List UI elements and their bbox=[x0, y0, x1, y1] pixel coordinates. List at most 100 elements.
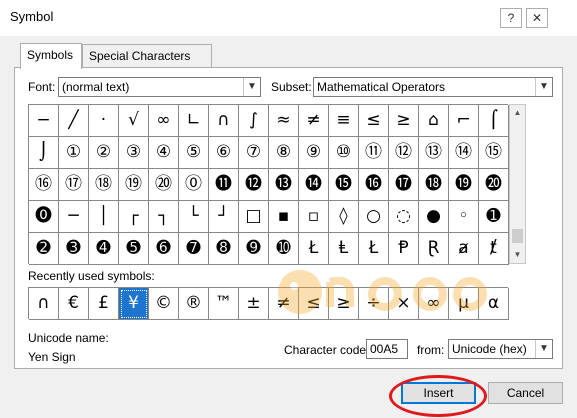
symbol-cell[interactable]: ⓰ bbox=[359, 169, 389, 201]
symbol-cell[interactable]: ⑥ bbox=[209, 137, 239, 169]
recent-symbol-cell[interactable]: © bbox=[149, 288, 179, 320]
symbol-cell[interactable]: ④ bbox=[149, 137, 179, 169]
symbol-cell[interactable]: ─ bbox=[59, 201, 89, 233]
symbol-cell[interactable]: Ⱡ bbox=[329, 233, 359, 265]
symbol-cell[interactable]: ⓮ bbox=[299, 169, 329, 201]
from-dropdown[interactable]: Unicode (hex) ▼ bbox=[448, 339, 553, 359]
symbol-cell[interactable]: ∟ bbox=[179, 105, 209, 137]
symbol-cell[interactable]: ➐ bbox=[179, 233, 209, 265]
symbol-cell[interactable]: ≡ bbox=[329, 105, 359, 137]
symbol-cell[interactable]: Ᵽ bbox=[389, 233, 419, 265]
symbol-cell[interactable]: ⑱ bbox=[89, 169, 119, 201]
recent-symbol-cell[interactable]: α bbox=[479, 288, 509, 320]
symbol-cell[interactable]: ⑭ bbox=[449, 137, 479, 169]
recent-symbol-cell[interactable]: × bbox=[389, 288, 419, 320]
symbol-cell[interactable]: ≠ bbox=[299, 105, 329, 137]
symbol-cell[interactable]: □ bbox=[239, 201, 269, 233]
symbol-cell[interactable]: ⓱ bbox=[389, 169, 419, 201]
symbol-cell[interactable]: ⑳ bbox=[149, 169, 179, 201]
symbol-cell[interactable]: Ł bbox=[359, 233, 389, 265]
character-code-input[interactable]: 00A5 bbox=[366, 339, 408, 359]
symbol-cell[interactable]: ⓳ bbox=[449, 169, 479, 201]
symbol-cell[interactable]: ➌ bbox=[59, 233, 89, 265]
symbol-cell[interactable]: ∞ bbox=[149, 105, 179, 137]
symbol-cell[interactable]: ⓴ bbox=[479, 169, 509, 201]
symbol-cell[interactable]: ⑮ bbox=[479, 137, 509, 169]
symbol-cell[interactable]: ⑩ bbox=[329, 137, 359, 169]
symbol-cell[interactable]: ③ bbox=[119, 137, 149, 169]
symbol-cell[interactable]: ⌠ bbox=[479, 105, 509, 137]
symbol-cell[interactable]: ⑤ bbox=[179, 137, 209, 169]
symbol-cell[interactable]: Ł bbox=[299, 233, 329, 265]
recent-symbol-cell[interactable]: ∞ bbox=[419, 288, 449, 320]
symbol-cell[interactable]: ➓ bbox=[269, 233, 299, 265]
symbol-cell[interactable]: ⑬ bbox=[419, 137, 449, 169]
symbol-cell[interactable]: ⑯ bbox=[29, 169, 59, 201]
symbol-cell[interactable]: ╱ bbox=[59, 105, 89, 137]
symbol-cell[interactable]: ⑲ bbox=[119, 169, 149, 201]
symbol-cell[interactable]: ➏ bbox=[149, 233, 179, 265]
symbol-cell[interactable]: ⓯ bbox=[329, 169, 359, 201]
recent-symbol-cell[interactable]: ≤ bbox=[299, 288, 329, 320]
symbol-cell[interactable]: │ bbox=[89, 201, 119, 233]
recent-symbol-cell[interactable]: ≥ bbox=[329, 288, 359, 320]
symbol-cell[interactable]: ➊ bbox=[479, 201, 509, 233]
recent-symbol-cell[interactable]: ÷ bbox=[359, 288, 389, 320]
symbol-cell[interactable]: ⱦ bbox=[479, 233, 509, 265]
recent-symbol-cell[interactable]: ∩ bbox=[29, 288, 59, 320]
symbol-cell[interactable]: ● bbox=[419, 201, 449, 233]
symbol-cell[interactable]: ⑦ bbox=[239, 137, 269, 169]
symbol-cell[interactable]: ◦ bbox=[449, 201, 479, 233]
symbol-cell[interactable]: ◌ bbox=[389, 201, 419, 233]
symbol-cell[interactable]: ⱥ bbox=[449, 233, 479, 265]
symbol-cell[interactable]: ⑨ bbox=[299, 137, 329, 169]
symbol-cell[interactable]: ➍ bbox=[89, 233, 119, 265]
scroll-up-icon[interactable]: ▲ bbox=[510, 105, 525, 121]
recent-symbol-cell[interactable]: ™ bbox=[209, 288, 239, 320]
recent-symbol-cell[interactable]: ® bbox=[179, 288, 209, 320]
symbol-cell[interactable]: ⓪ bbox=[179, 169, 209, 201]
symbol-cell[interactable]: ⑪ bbox=[359, 137, 389, 169]
symbol-cell[interactable]: ② bbox=[89, 137, 119, 169]
symbol-grid-scrollbar[interactable]: ▲ ▼ bbox=[509, 104, 526, 264]
symbol-cell[interactable]: ⑧ bbox=[269, 137, 299, 169]
symbol-cell[interactable]: ▫ bbox=[299, 201, 329, 233]
symbol-cell[interactable]: ┌ bbox=[119, 201, 149, 233]
symbol-cell[interactable]: ⑰ bbox=[59, 169, 89, 201]
cancel-button[interactable]: Cancel bbox=[488, 382, 563, 404]
recent-symbol-cell[interactable]: £ bbox=[89, 288, 119, 320]
symbol-cell[interactable]: ⓲ bbox=[419, 169, 449, 201]
symbol-cell[interactable]: ◊ bbox=[329, 201, 359, 233]
insert-button[interactable]: Insert bbox=[401, 382, 476, 404]
symbol-cell[interactable]: √ bbox=[119, 105, 149, 137]
symbol-cell[interactable]: ⓭ bbox=[269, 169, 299, 201]
symbol-cell[interactable]: ○ bbox=[359, 201, 389, 233]
symbol-cell[interactable]: ≤ bbox=[359, 105, 389, 137]
symbol-cell[interactable]: ∩ bbox=[209, 105, 239, 137]
symbol-cell[interactable]: ➑ bbox=[209, 233, 239, 265]
symbol-cell[interactable]: ⌂ bbox=[419, 105, 449, 137]
recent-symbol-cell[interactable]: µ bbox=[449, 288, 479, 320]
recent-symbol-cell[interactable]: € bbox=[59, 288, 89, 320]
symbol-cell[interactable]: └ bbox=[179, 201, 209, 233]
symbol-cell[interactable]: ⓫ bbox=[209, 169, 239, 201]
symbol-cell[interactable]: ∫ bbox=[239, 105, 269, 137]
symbol-cell[interactable]: ⑫ bbox=[389, 137, 419, 169]
tab-special-characters[interactable]: Special Characters bbox=[82, 44, 212, 68]
recent-symbol-cell[interactable]: ± bbox=[239, 288, 269, 320]
recent-symbol-cell[interactable]: ≠ bbox=[269, 288, 299, 320]
close-button[interactable]: ✕ bbox=[526, 8, 548, 28]
tab-symbols[interactable]: Symbols bbox=[20, 43, 82, 69]
symbol-cell[interactable]: ➋ bbox=[29, 233, 59, 265]
symbol-cell[interactable]: ⓿ bbox=[29, 201, 59, 233]
symbol-cell[interactable]: · bbox=[89, 105, 119, 137]
symbol-cell[interactable]: ≥ bbox=[389, 105, 419, 137]
symbol-cell[interactable]: ┘ bbox=[209, 201, 239, 233]
symbol-cell[interactable]: Ɽ bbox=[419, 233, 449, 265]
scroll-thumb[interactable] bbox=[512, 229, 523, 243]
subset-dropdown[interactable]: Mathematical Operators ▼ bbox=[313, 77, 553, 97]
symbol-cell[interactable]: ① bbox=[59, 137, 89, 169]
help-button[interactable]: ? bbox=[500, 8, 522, 28]
symbol-cell[interactable]: ⓬ bbox=[239, 169, 269, 201]
recent-symbol-cell[interactable]: ¥ bbox=[119, 288, 149, 320]
